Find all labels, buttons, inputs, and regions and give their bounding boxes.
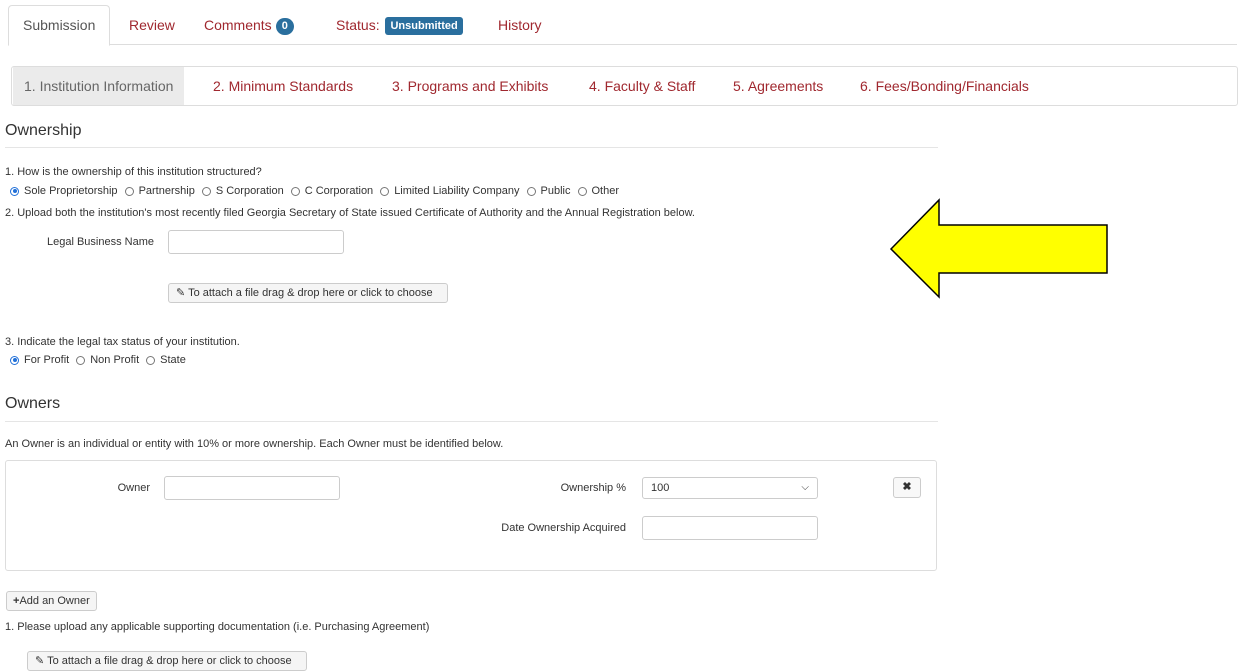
times-icon: ✖ [902,481,912,493]
step-number: 1. [24,78,36,94]
legal-business-name-label: Legal Business Name [46,236,154,248]
radio-for-profit[interactable]: For Profit [10,354,69,366]
tab-comments[interactable]: Comments 0 [204,6,294,44]
left-arrow-icon [889,198,1108,299]
radio-icon [146,355,156,365]
step-minimum-standards[interactable]: 2. Minimum Standards [213,67,353,105]
radio-label: Limited Liability Company [394,185,520,197]
radio-label: S Corporation [215,185,284,197]
ownership-percent-label: Ownership % [560,482,626,494]
divider [5,147,938,148]
ownership-percent-select[interactable]: 100 ⌵ [642,477,818,499]
step-number: 5. [733,78,745,94]
question-ownership-structure: 1. How is the ownership of this institut… [5,166,262,178]
radio-label: For Profit [24,354,70,366]
radio-label: C Corporation [304,185,374,197]
question-tax-status: 3. Indicate the legal tax status of your… [5,336,240,348]
comments-count-badge: 0 [275,17,294,35]
step-number: 2. [213,78,225,94]
radio-llc[interactable]: Limited Liability Company [380,185,520,197]
radio-public[interactable]: Public [526,185,571,197]
step-number: 6. [860,78,872,94]
legal-business-name-input[interactable] [168,230,344,254]
radio-checked-icon [10,186,19,196]
ownership-heading: Ownership [5,122,82,139]
file-button-label: To attach a file drag & drop here or cli… [47,655,292,667]
step-label: Faculty & Staff [604,78,696,94]
radio-icon [526,186,536,196]
radio-label: Other [591,185,620,197]
radio-c-corporation[interactable]: C Corporation [290,185,374,197]
step-nav: 1. Institution Information 2. Minimum St… [11,66,1238,106]
radio-icon [201,186,211,196]
tax-status-radio-group: For Profit Non Profit State [10,354,193,366]
step-faculty-staff[interactable]: 4. Faculty & Staff [589,67,695,105]
radio-partnership[interactable]: Partnership [124,185,195,197]
date-ownership-acquired-label: Date Ownership Acquired [501,522,626,534]
radio-other[interactable]: Other [577,185,620,197]
radio-state[interactable]: State [146,354,186,366]
tab-status[interactable]: Status: Unsubmitted [336,6,463,44]
step-programs-and-exhibits[interactable]: 3. Programs and Exhibits [392,67,548,105]
step-label: Fees/Bonding/Financials [875,78,1029,94]
add-owner-label: Add an Owner [19,595,90,607]
radio-label: State [160,354,186,366]
supporting-docs-question: 1. Please upload any applicable supporti… [5,621,430,633]
step-label: Programs and Exhibits [407,78,549,94]
radio-icon [76,355,86,365]
file-button-label: To attach a file drag & drop here or cli… [188,287,433,299]
top-tabs: Submission Review Comments 0 Status: Unsu… [8,0,1237,46]
radio-icon [577,186,587,196]
add-owner-button[interactable]: +Add an Owner [6,591,97,611]
question-certificate-upload: 2. Upload both the institution's most re… [5,207,695,219]
tab-history[interactable]: History [498,6,542,44]
radio-icon [124,186,134,196]
radio-non-profit[interactable]: Non Profit [76,354,139,366]
remove-owner-button[interactable]: ✖ [893,477,921,498]
tab-review[interactable]: Review [129,6,175,44]
tab-comments-label: Comments [204,17,272,33]
owner-label: Owner [117,482,150,494]
step-agreements[interactable]: 5. Agreements [733,67,823,105]
radio-icon [290,186,300,196]
chevron-down-icon: ⌵ [801,482,809,493]
step-institution-information[interactable]: 1. Institution Information [13,67,185,105]
radio-checked-icon [10,355,19,365]
radio-s-corporation[interactable]: S Corporation [201,185,284,197]
ownership-structure-radio-group: Sole Proprietorship Partnership S Corpor… [10,185,626,197]
step-number: 3. [392,78,404,94]
owners-description: An Owner is an individual or entity with… [5,438,504,450]
paperclip-icon: ✎ [176,287,186,299]
date-ownership-acquired-input[interactable] [642,516,818,540]
radio-label: Non Profit [90,354,140,366]
certificate-file-upload-button[interactable]: ✎ To attach a file drag & drop here or c… [168,283,448,303]
tab-submission[interactable]: Submission [8,5,111,46]
owner-input[interactable] [164,476,340,500]
step-number: 4. [589,78,601,94]
step-label: Agreements [747,78,824,94]
radio-sole-proprietorship[interactable]: Sole Proprietorship [10,185,118,197]
divider [5,421,938,422]
status-badge: Unsubmitted [385,17,463,36]
step-label: Institution Information [39,78,174,94]
radio-label: Sole Proprietorship [24,185,118,197]
radio-icon [380,186,390,196]
ownership-percent-value: 100 [651,482,670,494]
step-label: Minimum Standards [228,78,354,94]
radio-label: Partnership [138,185,195,197]
paperclip-icon: ✎ [35,655,45,667]
radio-label: Public [540,185,571,197]
tab-status-label: Status: [336,17,380,33]
supporting-docs-file-upload-button[interactable]: ✎ To attach a file drag & drop here or c… [27,651,307,671]
step-fees-bonding-financials[interactable]: 6. Fees/Bonding/Financials [860,67,1029,105]
owners-heading: Owners [5,395,61,412]
